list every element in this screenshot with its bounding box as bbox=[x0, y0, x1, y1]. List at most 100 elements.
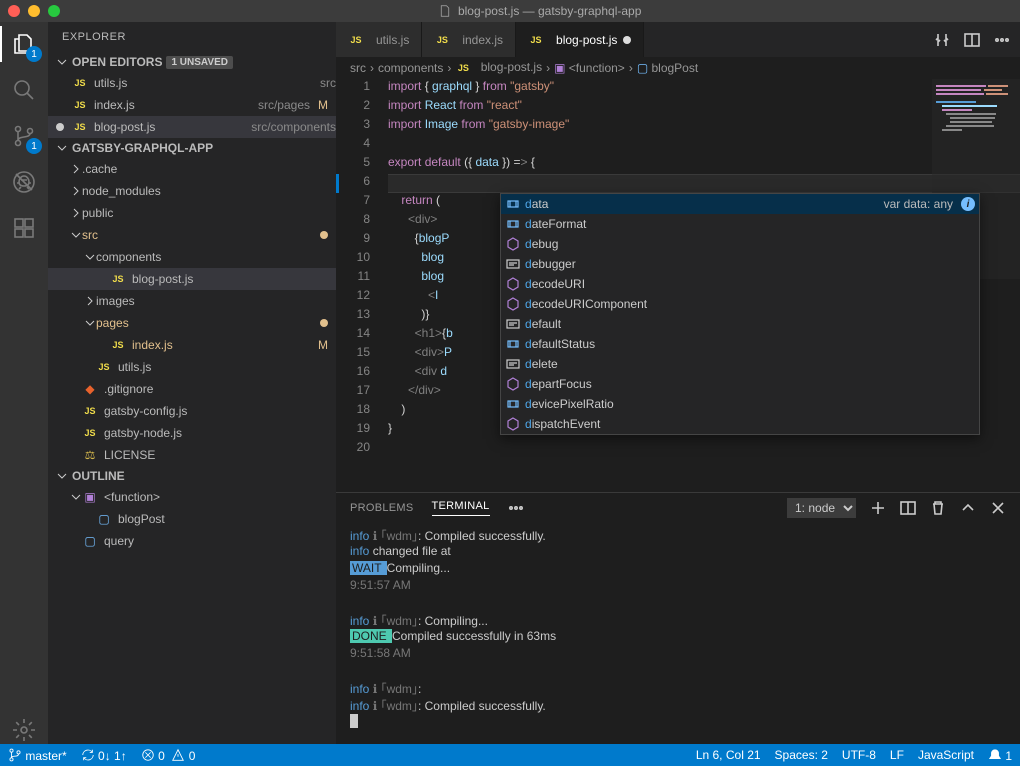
status-language[interactable]: JavaScript bbox=[918, 748, 974, 763]
tree-item[interactable]: ◆.gitignore bbox=[48, 378, 336, 400]
suggestion-item[interactable]: debug bbox=[501, 234, 979, 254]
terminal-output[interactable]: info ℹ ｢wdm｣: Compiled successfully.info… bbox=[336, 523, 1020, 744]
tree-item-label: utils.js bbox=[118, 360, 336, 374]
error-icon bbox=[141, 748, 155, 762]
search-icon bbox=[12, 78, 36, 102]
breadcrumb-item[interactable]: JS blog-post.js bbox=[455, 60, 542, 76]
tree-item-label: gatsby-node.js bbox=[104, 426, 336, 440]
breadcrumb-item[interactable]: ▣ <function> bbox=[554, 61, 625, 75]
status-sync[interactable]: 0↓ 1↑ bbox=[81, 748, 127, 763]
panel-more-button[interactable] bbox=[508, 500, 524, 516]
titlebar: blog-post.js — gatsby-graphql-app bbox=[0, 0, 1020, 22]
suggestion-item[interactable]: delete bbox=[501, 354, 979, 374]
tree-item[interactable]: node_modules bbox=[48, 180, 336, 202]
editor-tab[interactable]: JS index.js bbox=[422, 22, 516, 57]
status-branch[interactable]: master* bbox=[8, 748, 67, 763]
tree-item-label: src bbox=[82, 228, 320, 242]
suggestion-item[interactable]: default bbox=[501, 314, 979, 334]
breadcrumb[interactable]: src›components›JS blog-post.js›▣ <functi… bbox=[336, 57, 1020, 79]
panel-tab-terminal[interactable]: TERMINAL bbox=[432, 500, 490, 516]
tree-item[interactable]: JSutils.js bbox=[48, 356, 336, 378]
breadcrumb-item[interactable]: src bbox=[350, 61, 366, 75]
js-file-icon: JS bbox=[72, 75, 88, 91]
open-editor[interactable]: JS utils.js src bbox=[48, 72, 336, 94]
open-editors-section[interactable]: OPEN EDITORS 1 UNSAVED bbox=[48, 52, 336, 72]
tree-item[interactable]: components bbox=[48, 246, 336, 268]
breadcrumb-item[interactable]: components bbox=[378, 61, 443, 75]
suggestion-detail: var data: any bbox=[884, 197, 953, 211]
chevron-right-icon: › bbox=[447, 61, 451, 75]
info-icon[interactable]: i bbox=[961, 197, 975, 211]
suggestion-item[interactable]: datavar data: anyi bbox=[501, 194, 979, 214]
explorer-badge: 1 bbox=[26, 46, 42, 62]
status-cursor[interactable]: Ln 6, Col 21 bbox=[696, 748, 761, 763]
bug-no-icon bbox=[12, 170, 36, 194]
keyword-symbol-icon bbox=[505, 316, 521, 332]
status-bar: master* 0↓ 1↑ 0 0 Ln 6, Col 21 Spaces: 2… bbox=[0, 744, 1020, 766]
tree-item[interactable]: JSindex.jsM bbox=[48, 334, 336, 356]
suggestion-item[interactable]: departFocus bbox=[501, 374, 979, 394]
status-eol[interactable]: LF bbox=[890, 748, 904, 763]
breadcrumb-item[interactable]: ▢ blogPost bbox=[637, 61, 698, 75]
new-terminal-button[interactable] bbox=[870, 500, 886, 516]
status-encoding[interactable]: UTF-8 bbox=[842, 748, 876, 763]
maximize-window-button[interactable] bbox=[48, 5, 60, 17]
tree-item[interactable]: ⚖LICENSE bbox=[48, 444, 336, 466]
outline-item[interactable]: ▣<function> bbox=[48, 486, 336, 508]
extensions-activity[interactable] bbox=[10, 214, 38, 242]
search-activity[interactable] bbox=[10, 76, 38, 104]
outline-item[interactable]: ▢query bbox=[48, 530, 336, 552]
tree-item[interactable]: public bbox=[48, 202, 336, 224]
suggestion-item[interactable]: defaultStatus bbox=[501, 334, 979, 354]
split-terminal-button[interactable] bbox=[900, 500, 916, 516]
outline-item[interactable]: ▢blogPost bbox=[48, 508, 336, 530]
compare-icon bbox=[934, 32, 950, 48]
status-notifications[interactable]: 1 bbox=[988, 748, 1012, 763]
settings-activity[interactable] bbox=[10, 716, 38, 744]
tree-item[interactable]: images bbox=[48, 290, 336, 312]
close-panel-button[interactable] bbox=[990, 500, 1006, 516]
tree-item[interactable]: src bbox=[48, 224, 336, 246]
kill-terminal-button[interactable] bbox=[930, 500, 946, 516]
suggestion-item[interactable]: dateFormat bbox=[501, 214, 979, 234]
explorer-activity[interactable]: 1 bbox=[10, 30, 38, 58]
suggestion-label: debug bbox=[525, 237, 975, 251]
chevron-down-icon bbox=[84, 317, 96, 329]
editor-tab[interactable]: JS utils.js bbox=[336, 22, 422, 57]
open-editor[interactable]: JS index.js src/pages M bbox=[48, 94, 336, 116]
editor-tab[interactable]: JS blog-post.js bbox=[516, 22, 644, 57]
tree-item[interactable]: pages bbox=[48, 312, 336, 334]
terminal-select[interactable]: 1: node bbox=[787, 498, 856, 518]
close-icon bbox=[990, 500, 1006, 516]
split-editor-button[interactable] bbox=[964, 32, 980, 48]
js-file-icon: JS bbox=[110, 271, 126, 287]
plus-icon bbox=[870, 500, 886, 516]
suggestion-label: devicePixelRatio bbox=[525, 397, 975, 411]
editor[interactable]: 1234567891011121314151617181920 bbox=[336, 79, 1020, 492]
compare-changes-button[interactable] bbox=[934, 32, 950, 48]
scm-activity[interactable]: 1 bbox=[10, 122, 38, 150]
close-window-button[interactable] bbox=[8, 5, 20, 17]
status-spaces[interactable]: Spaces: 2 bbox=[775, 748, 828, 763]
intellisense-popup[interactable]: datavar data: anyidateFormatdebugdebugge… bbox=[500, 193, 980, 435]
chevron-right-icon: › bbox=[546, 61, 550, 75]
maximize-panel-button[interactable] bbox=[960, 500, 976, 516]
suggestion-item[interactable]: debugger bbox=[501, 254, 979, 274]
project-section[interactable]: GATSBY-GRAPHQL-APP bbox=[48, 138, 336, 158]
outline-section[interactable]: OUTLINE bbox=[48, 466, 336, 486]
suggestion-item[interactable]: devicePixelRatio bbox=[501, 394, 979, 414]
panel-tab-problems[interactable]: PROBLEMS bbox=[350, 502, 414, 514]
suggestion-item[interactable]: dispatchEvent bbox=[501, 414, 979, 434]
more-actions-button[interactable] bbox=[994, 32, 1010, 48]
suggestion-item[interactable]: decodeURIComponent bbox=[501, 294, 979, 314]
tree-item[interactable]: JSgatsby-node.js bbox=[48, 422, 336, 444]
minimize-window-button[interactable] bbox=[28, 5, 40, 17]
js-file-icon: JS bbox=[348, 32, 364, 48]
debug-activity[interactable] bbox=[10, 168, 38, 196]
status-problems[interactable]: 0 0 bbox=[141, 748, 196, 763]
suggestion-item[interactable]: decodeURI bbox=[501, 274, 979, 294]
tree-item[interactable]: .cache bbox=[48, 158, 336, 180]
open-editor[interactable]: JS blog-post.js src/components bbox=[48, 116, 336, 138]
tree-item[interactable]: JSblog-post.js bbox=[48, 268, 336, 290]
tree-item[interactable]: JSgatsby-config.js bbox=[48, 400, 336, 422]
